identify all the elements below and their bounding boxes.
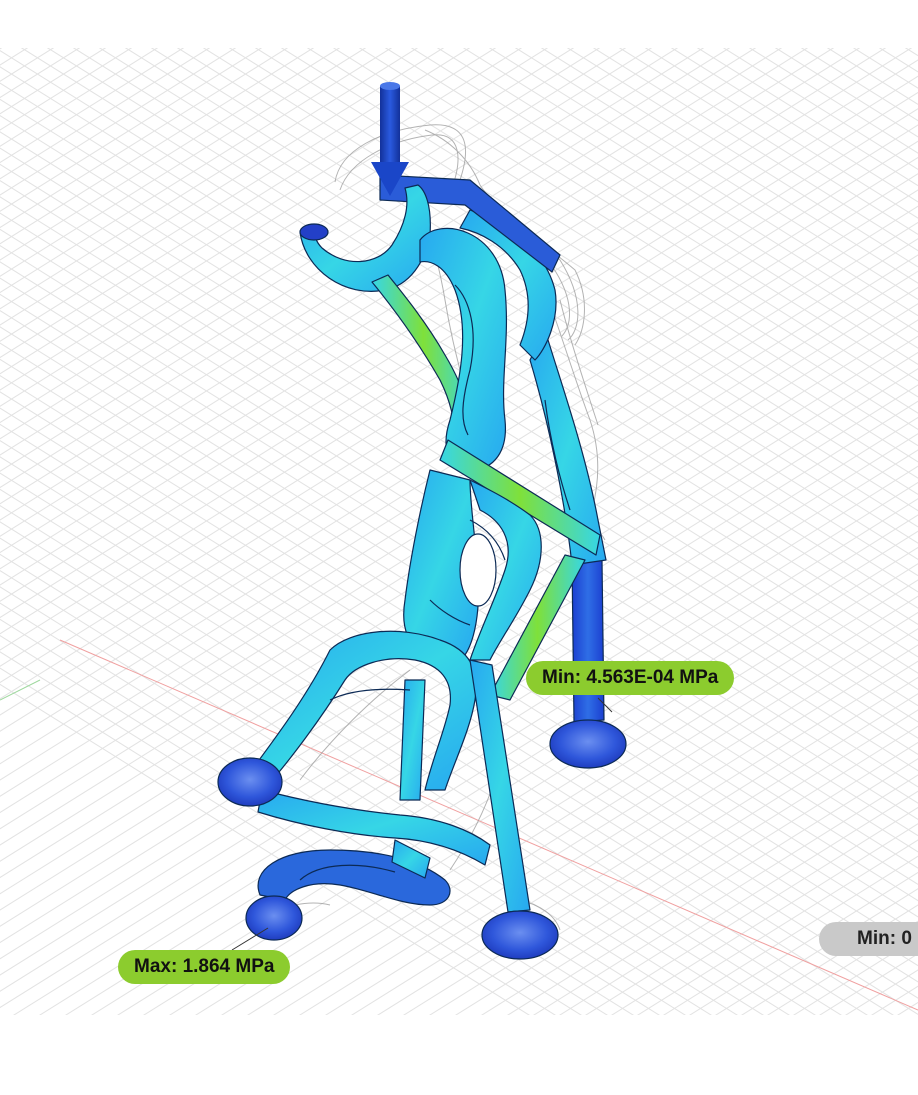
grid-line (0, 635, 736, 1095)
grid-line (0, 0, 235, 147)
grid-line (0, 683, 658, 1095)
stress-simulation-scene (0, 0, 918, 1095)
viewport-bottom-fade (0, 1015, 918, 1095)
3d-viewport[interactable]: Min: 4.563E-04 MPa Max: 1.864 MPa Min: 0 (0, 0, 918, 1095)
grid-line (0, 0, 27, 17)
max-stress-probe-label[interactable]: Max: 1.864 MPa (118, 950, 291, 984)
secondary-min-probe-label[interactable]: Min: 0 (819, 922, 918, 956)
grid-line (0, 0, 287, 180)
lattice-bracket (217, 174, 627, 960)
viewport-top-fade (0, 0, 918, 48)
min-stress-probe-label[interactable]: Min: 4.563E-04 MPa (526, 661, 735, 695)
max-probe-leader (231, 927, 269, 951)
grid-line (0, 0, 183, 115)
